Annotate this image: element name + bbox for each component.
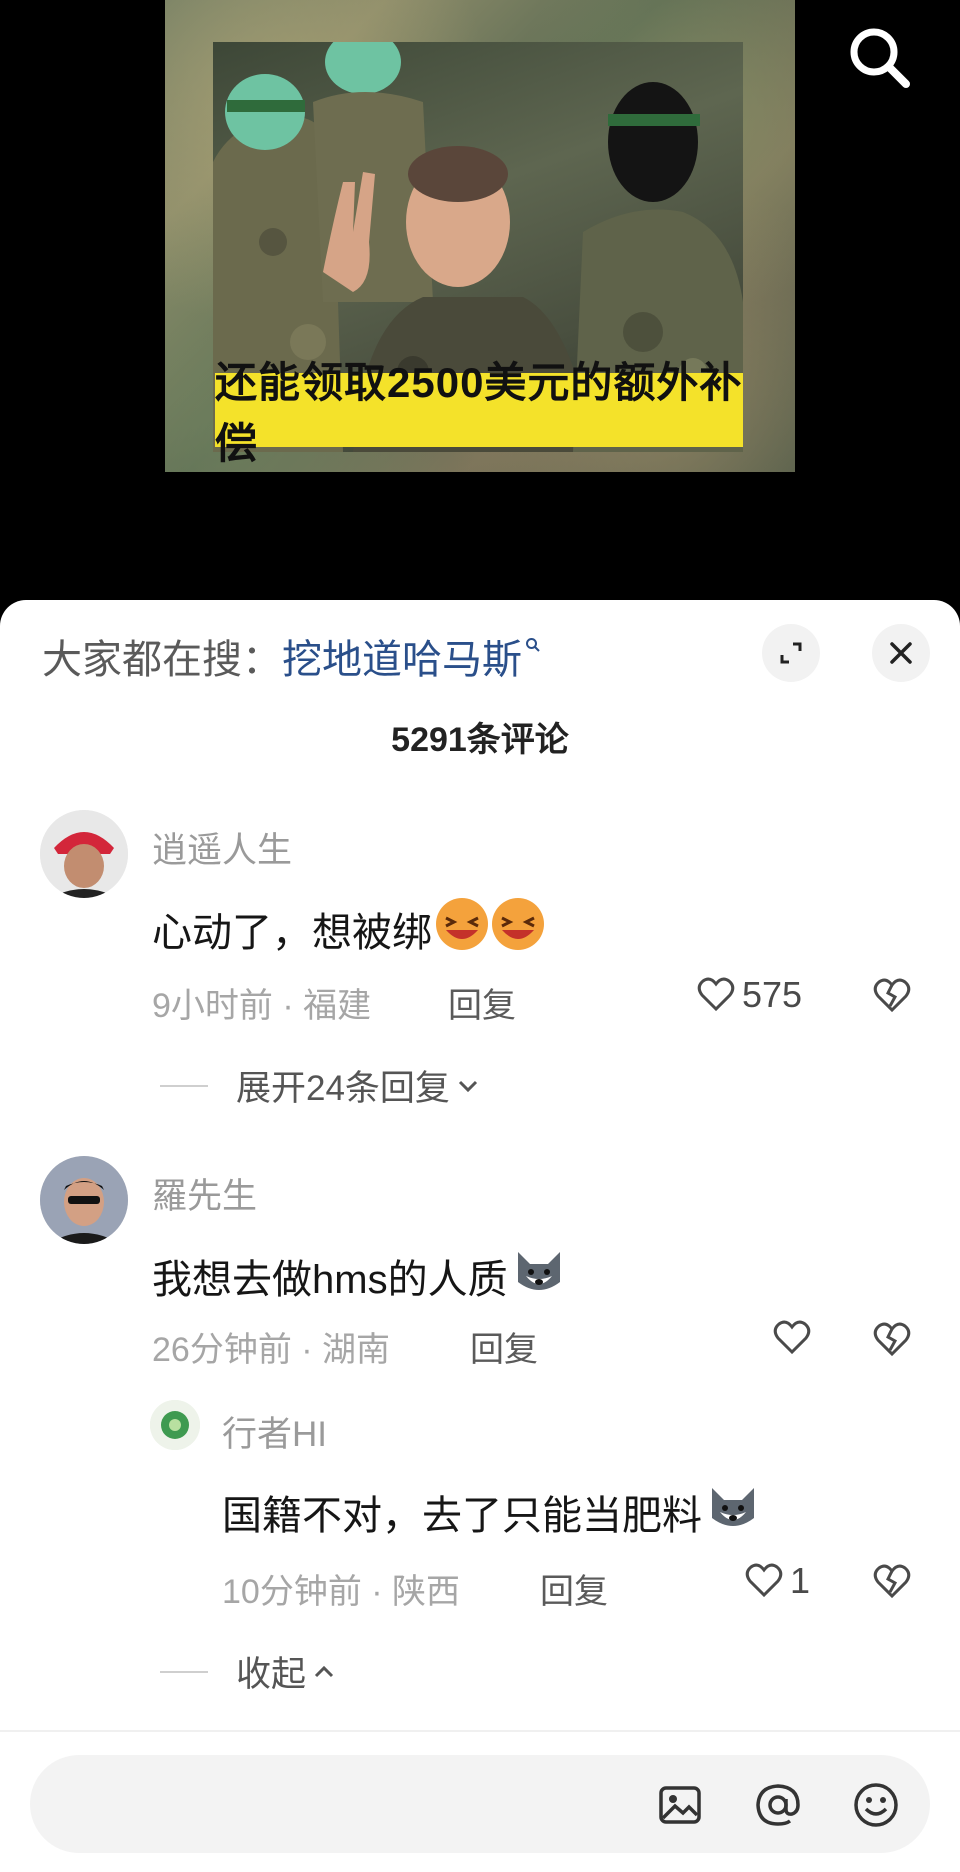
comment-meta: 9小时前 · 福建 (152, 987, 372, 1025)
broken-heart-icon (873, 978, 911, 1013)
comment-input[interactable] (30, 1755, 930, 1853)
collapse-label: 收起 (236, 1655, 307, 1694)
like-count: 1 (790, 1560, 811, 1601)
wolf-emoji-icon (510, 1242, 568, 1310)
dislike-button[interactable] (872, 1562, 912, 1607)
reply-username[interactable]: 行者HI (222, 1406, 327, 1457)
bottom-divider (0, 1730, 960, 1732)
heart-icon (697, 977, 735, 1012)
expand-icon (780, 642, 802, 664)
comment-text-content: 我想去做hms的人质 (152, 1258, 508, 1302)
like-button[interactable] (772, 1318, 818, 1358)
laughing-emoji-icon (434, 896, 546, 962)
like-button[interactable]: 1 (744, 1560, 810, 1602)
search-small-icon (525, 637, 541, 658)
comments-sheet: 大家都在搜： 挖地道哈马斯 5291条评论 逍遥人生 心动了，想被绑 9小时前 … (0, 600, 960, 1872)
trending-search[interactable]: 大家都在搜： 挖地道哈马斯 (42, 630, 541, 682)
comment-meta: 26分钟前 · 湖南 (152, 1331, 391, 1369)
avatar[interactable] (40, 1156, 128, 1244)
heart-icon (773, 1320, 811, 1355)
avatar[interactable] (40, 810, 128, 898)
chevron-up-icon (314, 1665, 334, 1677)
comment-text: 我想去做hms的人质 (152, 1242, 568, 1310)
video-thumbnail: 还能领取2500美元的额外补偿 (165, 0, 795, 472)
close-button[interactable] (872, 624, 930, 682)
avatar[interactable] (150, 1400, 200, 1450)
comment-text-content: 心动了，想被绑 (152, 911, 432, 955)
collapse-replies-button[interactable]: 收起 (160, 1646, 338, 1697)
expand-replies-label: 展开24条回复 (236, 1069, 450, 1108)
search-icon (850, 28, 910, 88)
heart-icon (745, 1563, 783, 1598)
reply-button[interactable]: 回复 (448, 978, 516, 1027)
at-icon[interactable] (752, 1779, 804, 1831)
broken-heart-icon (873, 1322, 911, 1357)
like-count: 575 (742, 974, 803, 1015)
expand-replies-button[interactable]: 展开24条回复 (160, 1060, 482, 1111)
expand-sheet-button[interactable] (762, 624, 820, 682)
divider-dash (160, 1670, 208, 1673)
video-player[interactable]: 还能领取2500美元的额外补偿 (0, 0, 960, 600)
dislike-button[interactable] (872, 1320, 912, 1365)
comment-count: 5291条评论 (391, 721, 569, 759)
video-caption: 还能领取2500美元的额外补偿 (215, 359, 743, 467)
reply-text: 国籍不对，去了只能当肥料 (222, 1478, 762, 1546)
like-button[interactable]: 575 (696, 974, 802, 1016)
trending-label: 大家都在搜： (42, 638, 282, 682)
chevron-down-icon (458, 1080, 477, 1092)
comment-text: 心动了，想被绑 (152, 896, 546, 962)
comment-username[interactable]: 羅先生 (152, 1168, 257, 1219)
image-icon[interactable] (654, 1779, 706, 1831)
reply-button[interactable]: 回复 (470, 1322, 538, 1371)
reply-meta: 10分钟前 · 陕西 (222, 1573, 461, 1611)
divider-dash (160, 1084, 208, 1087)
dislike-button[interactable] (872, 976, 912, 1021)
broken-heart-icon (873, 1564, 911, 1599)
trending-search-term[interactable]: 挖地道哈马斯 (282, 627, 522, 685)
comment-username[interactable]: 逍遥人生 (152, 822, 292, 873)
search-button[interactable] (842, 20, 918, 96)
close-icon (890, 642, 912, 664)
reply-button[interactable]: 回复 (540, 1564, 608, 1613)
wolf-emoji-icon (704, 1478, 762, 1546)
reply-text-content: 国籍不对，去了只能当肥料 (222, 1494, 702, 1538)
emoji-icon[interactable] (850, 1779, 902, 1831)
